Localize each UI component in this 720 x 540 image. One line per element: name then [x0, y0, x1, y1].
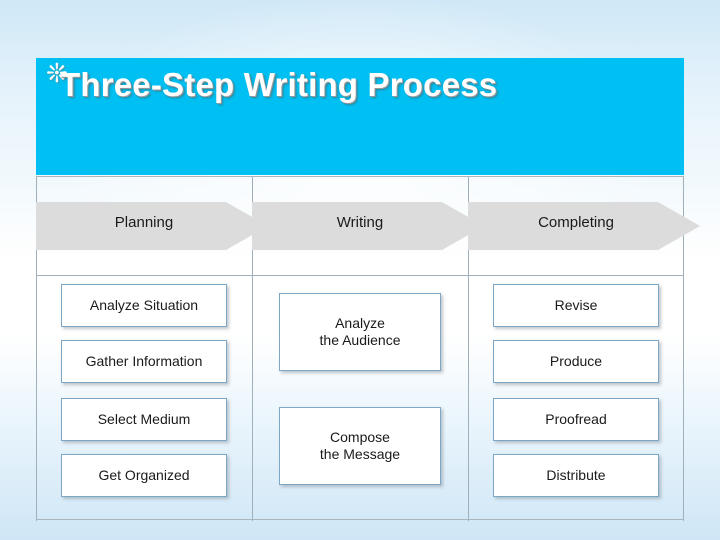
- process-step-box: Produce: [493, 340, 659, 383]
- process-step-box: Distribute: [493, 454, 659, 497]
- process-step-label: Get Organized: [98, 466, 190, 483]
- process-step-box: Select Medium: [61, 398, 227, 441]
- process-step-box: Revise: [493, 284, 659, 327]
- process-step-box: Get Organized: [61, 454, 227, 497]
- page-title: Three-Step Writing Process: [60, 66, 498, 103]
- process-step-box: Compose the Message: [279, 407, 441, 485]
- process-step-label: Select Medium: [97, 410, 191, 427]
- process-step-label: Proofread: [545, 410, 607, 427]
- process-step-box: Gather Information: [61, 340, 227, 383]
- process-step-label-line2: the Audience: [319, 332, 401, 348]
- column-header-planning: Planning: [114, 214, 174, 231]
- process-step-box: Analyze the Audience: [279, 293, 441, 371]
- slide: ❊ Three-Step Writing Process Planning Wr…: [0, 0, 720, 540]
- process-step-label-line2: the Message: [319, 446, 401, 462]
- process-step-label: Distribute: [546, 466, 606, 483]
- process-step-label: Compose: [330, 428, 390, 445]
- process-step-label: Analyze Situation: [89, 296, 199, 313]
- column-header-completing: Completing: [538, 214, 614, 231]
- column-header-writing: Writing: [336, 214, 384, 231]
- table-header-rule: [36, 275, 684, 276]
- process-step-label: Gather Information: [85, 352, 203, 369]
- process-step-box: Analyze Situation: [61, 284, 227, 327]
- process-step-box: Proofread: [493, 398, 659, 441]
- process-step-label: Produce: [549, 352, 603, 369]
- process-step-label: Analyze: [335, 314, 385, 331]
- process-step-label: Revise: [554, 296, 598, 313]
